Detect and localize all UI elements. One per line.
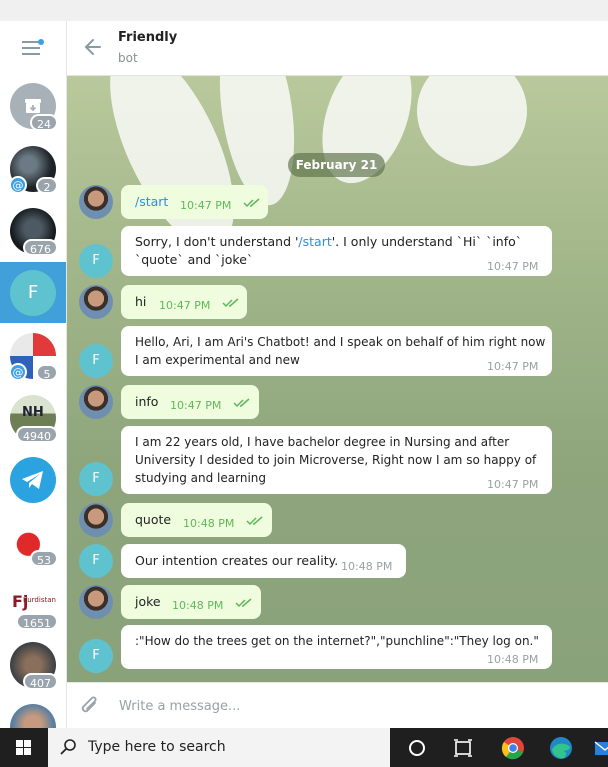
chat-item-telegram[interactable] [10, 457, 56, 503]
outgoing-message[interactable]: quote 10:48 PM [121, 503, 272, 537]
chat-item[interactable]: @ 2 [9, 146, 58, 194]
message-text: info [135, 394, 159, 409]
message-history[interactable]: February 21 /start 10:47 PM Sorry, I don… [67, 76, 608, 682]
windows-taskbar: Type here to search [0, 728, 608, 767]
message-text: Our intention creates our reality. [135, 553, 339, 568]
back-arrow-icon[interactable] [83, 37, 103, 57]
incoming-message[interactable]: I am 22 years old, I have bachelor degre… [121, 426, 552, 494]
bot-avatar[interactable]: F [79, 639, 113, 673]
message-text-line2: I am experimental and new [135, 353, 300, 367]
unread-badge: 1651 [16, 613, 58, 630]
notification-dot [38, 39, 44, 45]
mail-icon[interactable] [592, 735, 608, 761]
incoming-message[interactable]: Hello, Ari, I am Ari's Chatbot! and I sp… [121, 326, 552, 376]
message-time: 10:48 PM [341, 560, 393, 573]
chat-item[interactable]: NH 4940 [10, 395, 58, 443]
chat-item[interactable] [10, 704, 56, 728]
bot-avatar[interactable]: F [79, 462, 113, 496]
user-avatar[interactable] [79, 503, 113, 537]
message-time: 10:48 PM [487, 653, 539, 666]
message-text-line1: I am 22 years old, I have bachelor degre… [135, 435, 510, 449]
chat-item[interactable]: 676 [10, 208, 58, 256]
mention-badge: @ [9, 176, 27, 194]
message-time: 10:47 PM [487, 260, 539, 273]
bot-avatar[interactable]: F [79, 544, 113, 578]
message-text: Sorry, I don't understand '/start'. I on… [135, 234, 523, 249]
background-petal [394, 76, 550, 189]
incoming-message[interactable]: :"How do the trees get on the internet?"… [121, 625, 552, 669]
bot-avatar[interactable]: F [79, 244, 113, 278]
message-time: 10:48 PM [172, 599, 224, 612]
unread-badge: 24 [30, 114, 58, 131]
double-check-icon [235, 598, 252, 608]
command-link[interactable]: /start [298, 234, 331, 249]
unread-badge: 676 [23, 239, 58, 256]
chat-subtitle: bot [118, 51, 138, 65]
chat-item[interactable]: 53 [10, 519, 58, 567]
bot-avatar[interactable]: F [79, 344, 113, 378]
chat-item[interactable]: Fj Kurdistan 1651 [10, 582, 58, 630]
message-text: hi [135, 294, 147, 309]
paperclip-icon[interactable] [79, 694, 101, 718]
chat-item[interactable]: 407 [10, 642, 58, 690]
message-input[interactable] [119, 695, 579, 717]
chat-avatar-letter: F [10, 270, 56, 316]
chat-archive[interactable]: 24 [10, 83, 58, 131]
incoming-message[interactable]: Our intention creates our reality. 10:48… [121, 544, 406, 578]
message-text-line3: studying and learning [135, 471, 266, 485]
cortana-icon[interactable] [404, 735, 430, 761]
message-time: 10:47 PM [487, 360, 539, 373]
message-text: :"How do the trees get on the internet?"… [135, 634, 539, 648]
user-avatar[interactable] [79, 385, 113, 419]
message-time: 10:47 PM [180, 199, 232, 212]
edge-icon[interactable] [548, 735, 574, 761]
chat-avatar [10, 704, 56, 728]
window-top-strip [0, 0, 608, 21]
double-check-icon [233, 398, 250, 408]
double-check-icon [222, 298, 239, 308]
chat-item-friendly[interactable]: F [10, 270, 56, 316]
message-time: 10:47 PM [487, 478, 539, 491]
double-check-icon [246, 516, 263, 526]
message-text-line2: `quote` and `joke` [135, 252, 254, 267]
outgoing-message[interactable]: /start 10:47 PM [121, 185, 268, 219]
unread-badge: 407 [23, 673, 58, 690]
incoming-message[interactable]: Sorry, I don't understand '/start'. I on… [121, 226, 552, 276]
unread-badge: 5 [36, 364, 58, 381]
chrome-icon[interactable] [500, 735, 526, 761]
chat-header: Friendly bot [67, 21, 608, 76]
user-avatar[interactable] [79, 585, 113, 619]
message-composer [67, 682, 608, 728]
background-petal [305, 76, 429, 196]
unread-badge: 2 [36, 177, 58, 194]
taskbar-search[interactable]: Type here to search [48, 728, 390, 767]
message-text-line2: University I desided to join Microverse,… [135, 453, 537, 467]
double-check-icon [243, 198, 260, 208]
outgoing-message[interactable]: hi 10:47 PM [121, 285, 247, 319]
search-icon [60, 739, 76, 755]
user-avatar[interactable] [79, 185, 113, 219]
outgoing-message[interactable]: info 10:47 PM [121, 385, 259, 419]
message-time: 10:47 PM [159, 299, 211, 312]
message-text[interactable]: /start [135, 193, 168, 211]
chat-list-sidebar: 24 @ 2 676 F @ 5 NH 4940 53 Fj Kurdistan… [0, 21, 67, 728]
telegram-icon [10, 457, 56, 503]
windows-icon[interactable] [0, 728, 48, 767]
message-text: quote [135, 512, 172, 527]
unread-badge: 53 [30, 550, 58, 567]
chat-item[interactable]: @ 5 [9, 333, 58, 381]
message-time: 10:47 PM [170, 399, 222, 412]
search-placeholder: Type here to search [88, 739, 226, 755]
date-separator: February 21 [288, 153, 385, 177]
user-avatar[interactable] [79, 285, 113, 319]
chat-title[interactable]: Friendly [118, 30, 177, 45]
message-time: 10:48 PM [183, 517, 235, 530]
message-text-line1: Hello, Ari, I am Ari's Chatbot! and I sp… [135, 335, 546, 349]
mention-badge: @ [9, 363, 27, 381]
outgoing-message[interactable]: joke 10:48 PM [121, 585, 261, 619]
task-view-icon[interactable] [450, 735, 476, 761]
unread-badge: 4940 [16, 426, 58, 443]
message-text: joke [135, 594, 161, 609]
